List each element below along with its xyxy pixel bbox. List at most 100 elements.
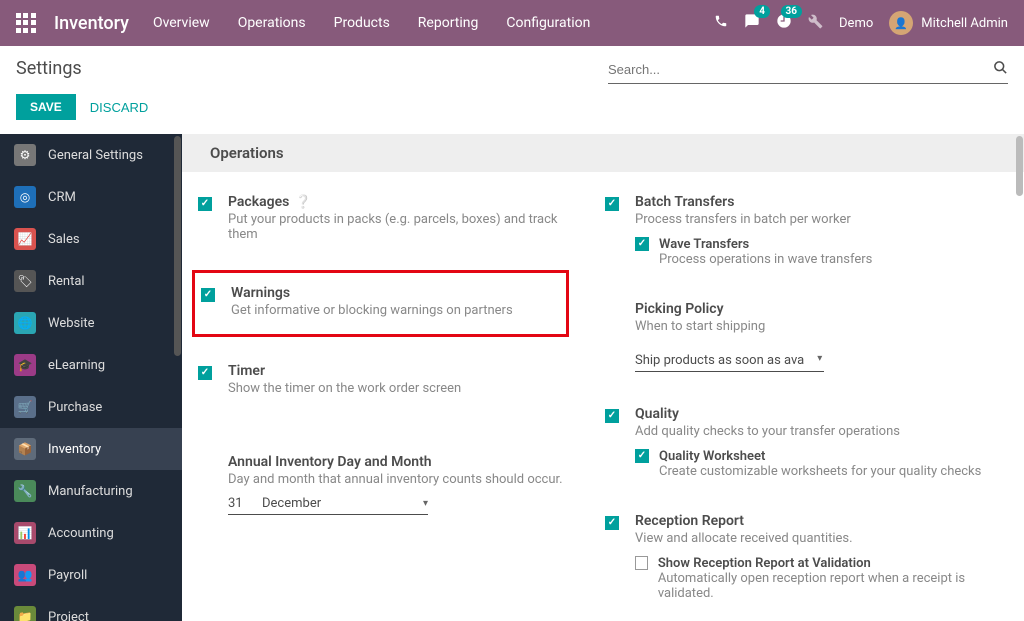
sidebar-item-label: Website [48, 316, 95, 331]
chart-icon: 📈 [14, 228, 36, 250]
quality-checkbox[interactable] [605, 409, 619, 423]
cart-icon: 🛒 [14, 396, 36, 418]
annual-day-month-select[interactable]: 31 December ▾ [228, 493, 428, 515]
phone-icon[interactable] [714, 14, 728, 32]
control-panel: Settings [0, 46, 1024, 84]
wave-checkbox[interactable] [635, 237, 649, 251]
sub-setting-desc: Create customizable worksheets for your … [659, 464, 981, 479]
setting-title: Warnings [231, 285, 290, 301]
setting-timer: Timer Show the timer on the work order s… [198, 357, 589, 414]
menu-overview[interactable]: Overview [153, 15, 210, 31]
section-header-operations: Operations [182, 134, 1024, 172]
sub-setting-title: Wave Transfers [659, 237, 872, 252]
sidebar-item-accounting[interactable]: 📊Accounting [0, 512, 182, 554]
content-scrollbar[interactable] [1016, 136, 1023, 196]
reception-checkbox[interactable] [605, 516, 619, 530]
sidebar-item-label: Rental [48, 274, 85, 289]
packages-checkbox[interactable] [198, 197, 212, 211]
messages-icon[interactable]: 4 [744, 13, 760, 33]
setting-desc: Process transfers in batch per worker [635, 212, 988, 227]
warnings-checkbox[interactable] [201, 288, 215, 302]
setting-desc: Get informative or blocking warnings on … [231, 303, 550, 318]
annual-day: 31 [228, 496, 252, 511]
user-menu[interactable]: 👤 Mitchell Admin [889, 11, 1008, 35]
sidebar-item-label: Payroll [48, 568, 87, 583]
sidebar-item-rental[interactable]: 🏷 Rental [0, 260, 182, 302]
search-input[interactable] [608, 58, 993, 81]
sidebar-item-inventory[interactable]: 📦 Inventory [0, 428, 182, 470]
top-navbar: Inventory Overview Operations Products R… [0, 0, 1024, 46]
menu-products[interactable]: Products [334, 15, 390, 31]
sidebar-item-general-settings[interactable]: ⚙ General Settings [0, 134, 182, 176]
save-button[interactable]: SAVE [16, 94, 76, 120]
setting-annual-inventory: Annual Inventory Day and Month Day and m… [198, 448, 589, 533]
quality-worksheet-checkbox[interactable] [635, 449, 649, 463]
page-title: Settings [16, 58, 82, 79]
setting-title: Packages [228, 194, 289, 210]
graduation-icon: 🎓 [14, 354, 36, 376]
sidebar-item-project[interactable]: 📁Project [0, 596, 182, 621]
user-name: Mitchell Admin [921, 16, 1008, 31]
app-brand[interactable]: Inventory [54, 13, 129, 34]
action-buttons: SAVE DISCARD [0, 84, 1024, 134]
discard-button[interactable]: DISCARD [90, 100, 149, 115]
setting-desc: When to start shipping [635, 319, 988, 334]
sidebar-item-crm[interactable]: ◎CRM [0, 176, 182, 218]
setting-warnings: Warnings Get informative or blocking war… [195, 279, 558, 322]
activities-icon[interactable]: 36 [776, 13, 792, 33]
timer-checkbox[interactable] [198, 366, 212, 380]
chevron-down-icon: ▾ [423, 498, 428, 509]
search-icon[interactable] [993, 60, 1008, 79]
main-menu: Overview Operations Products Reporting C… [153, 15, 714, 31]
sub-setting-title: Quality Worksheet [659, 449, 981, 464]
sidebar-item-label: CRM [48, 190, 76, 205]
sidebar-item-label: Manufacturing [48, 484, 133, 499]
sidebar-item-label: Inventory [48, 442, 101, 457]
menu-configuration[interactable]: Configuration [506, 15, 590, 31]
setting-title: Quality [635, 406, 679, 422]
help-icon[interactable]: ❔ [295, 195, 311, 210]
setting-desc: Add quality checks to your transfer oper… [635, 424, 988, 439]
search-wrap [608, 58, 1008, 84]
setting-quality: Quality Add quality checks to your trans… [605, 400, 996, 497]
sidebar-item-label: General Settings [48, 148, 143, 163]
sidebar-item-website[interactable]: 🌐 Website [0, 302, 182, 344]
setting-desc: View and allocate received quantities. [635, 531, 988, 546]
activities-badge: 36 [781, 5, 802, 18]
show-reception-validation-checkbox[interactable] [635, 556, 648, 570]
globe-icon: 🌐 [14, 312, 36, 334]
setting-desc: Day and month that annual inventory coun… [228, 472, 581, 487]
debug-icon[interactable] [808, 14, 823, 33]
setting-title: Timer [228, 363, 265, 379]
setting-reception-report: Reception Report View and allocate recei… [605, 507, 996, 619]
menu-operations[interactable]: Operations [238, 15, 306, 31]
sidebar-item-payroll[interactable]: 👥Payroll [0, 554, 182, 596]
avatar: 👤 [889, 11, 913, 35]
setting-desc: Put your products in packs (e.g. parcels… [228, 212, 581, 242]
batch-checkbox[interactable] [605, 197, 619, 211]
sidebar-item-label: Accounting [48, 526, 114, 541]
sidebar-item-sales[interactable]: 📈Sales [0, 218, 182, 260]
box-icon: 📦 [14, 438, 36, 460]
sidebar-item-manufacturing[interactable]: 🔧Manufacturing [0, 470, 182, 512]
setting-packages: Packages ❔ Put your products in packs (e… [198, 188, 589, 260]
tag-icon: 🏷 [14, 270, 36, 292]
sidebar-item-label: Project [48, 610, 89, 621]
messages-badge: 4 [754, 5, 770, 18]
settings-content: Operations Packages ❔ Put your products … [182, 134, 1024, 621]
setting-title: Reception Report [635, 513, 744, 529]
annual-month: December [262, 493, 413, 514]
sidebar-item-label: Purchase [48, 400, 102, 415]
company-switcher[interactable]: Demo [839, 16, 873, 31]
menu-reporting[interactable]: Reporting [418, 15, 479, 31]
apps-menu-icon[interactable] [16, 13, 36, 33]
picking-policy-select[interactable]: Ship products as soon as ava [635, 350, 824, 372]
setting-title: Picking Policy [635, 301, 724, 317]
sidebar-item-elearning[interactable]: 🎓eLearning [0, 344, 182, 386]
sidebar-item-purchase[interactable]: 🛒 Purchase [0, 386, 182, 428]
sub-setting-desc: Automatically open reception report when… [658, 571, 988, 601]
sidebar-scrollbar[interactable] [174, 136, 181, 356]
setting-desc: Show the timer on the work order screen [228, 381, 581, 396]
gear-icon: ⚙ [14, 144, 36, 166]
settings-sidebar: ⚙ General Settings ◎CRM 📈Sales 🏷 Rental 🌐 W… [0, 134, 182, 621]
